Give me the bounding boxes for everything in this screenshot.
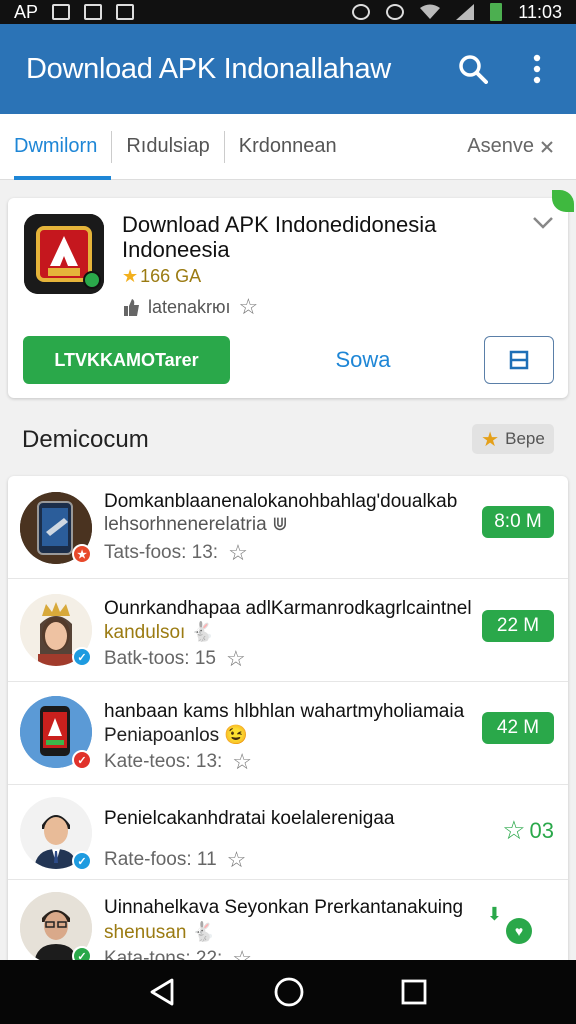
tab-third[interactable]: Krdonnean: [225, 114, 351, 180]
app-icon: [24, 214, 104, 294]
bookmark-icon: [509, 350, 529, 370]
chevron-down-icon[interactable]: [532, 216, 554, 235]
search-button[interactable]: [456, 52, 490, 86]
save-button[interactable]: [484, 336, 554, 384]
list-item-meta: Rate-foos: 11 ☆: [104, 847, 246, 873]
star-outline-icon[interactable]: ☆: [232, 749, 252, 775]
battery-icon: [490, 3, 503, 21]
tab-download[interactable]: Dwmilorn: [0, 114, 112, 180]
heart-bubble-icon[interactable]: ♥: [506, 918, 532, 944]
size-text: 03: [529, 817, 554, 843]
tab-bar: Dwmilorn Rıdulsiap Krdonnean Asenve: [0, 114, 576, 180]
list-item[interactable]: ✓ Ounrkandhapaa adlKarmanrodkagrlcaintne…: [8, 579, 568, 682]
section-badge[interactable]: ★ Bepe: [472, 424, 554, 454]
list-item[interactable]: ✓ Penielcakanhdratai koelalerenigaa Rate…: [8, 785, 568, 880]
star-outline-icon[interactable]: ☆: [228, 540, 248, 566]
verified-icon: ✓: [72, 647, 92, 667]
download-size-button[interactable]: ☆ 03: [502, 815, 554, 846]
search-icon: [459, 55, 488, 84]
mute-icon: [386, 4, 405, 20]
navigation-bar: [0, 960, 576, 1024]
more-vert-icon: [533, 54, 541, 84]
tab-fourth[interactable]: Asenve: [467, 135, 576, 158]
list-item-subtitle: shenusan 🐇: [104, 922, 216, 943]
install-button[interactable]: LTVKKAMOTarer: [23, 336, 230, 384]
featured-app-rating: ★ 166 GA: [122, 266, 201, 287]
overflow-menu-button[interactable]: [520, 52, 554, 86]
list-item-title: Penielcakanhdratai koelalerenigaa: [104, 808, 395, 829]
list-item-meta-text: Batk-toos: 15: [104, 648, 216, 669]
wifi-icon: [420, 4, 441, 19]
rating-text: 166 GA: [140, 266, 202, 286]
list-item-title: hanbaan kams hlbhlan wahartmyholiamaia: [104, 701, 465, 722]
list-item-title: Uinnahelkava Seyonkan Prerkantanakuing: [104, 897, 464, 918]
list-item-meta: Batk-toos: 15 ☆: [104, 646, 246, 672]
list-item-subtitle: Peniapoanlos 😉: [104, 725, 249, 746]
list-item-title: Ounrkandhapaa adlKarmanrodkagrlcaintnel: [104, 598, 472, 619]
verified-icon: ✓: [72, 851, 92, 871]
featured-app-card[interactable]: Download APK Indonedidonesia Indoneesia …: [8, 190, 574, 398]
list-item-meta: Kate-teos: 13: ☆: [104, 749, 252, 775]
star-outline-icon[interactable]: ☆: [239, 294, 259, 320]
featured-app-title: Download APK Indonedidonesia Indoneesia: [122, 212, 437, 262]
list-item[interactable]: ★ Domkanblaanenalokanohbahlag'doualkab l…: [8, 476, 568, 579]
alarm-icon: [352, 4, 371, 20]
star-outline-icon: ☆: [502, 815, 526, 845]
featured-app-author: latenakrюı ☆: [122, 294, 258, 320]
recents-icon[interactable]: [400, 978, 428, 1006]
star-icon: ★: [481, 428, 500, 451]
list-item-title: Domkanblaanenalokanohbahlag'doualkab: [104, 491, 458, 512]
back-icon[interactable]: [148, 977, 178, 1007]
list-item-meta-text: Tats-foos: 13:: [104, 542, 219, 563]
tab-fourth-label: Asenve: [467, 135, 534, 157]
status-left-text: AP: [14, 1, 39, 22]
star-icon: ★: [122, 266, 139, 286]
badge-icon: ★: [72, 544, 92, 564]
author-text: latenakrюı: [148, 296, 231, 317]
list-item-meta-text: Rate-foos: 11: [104, 849, 217, 870]
list-item-meta-text: Kate-teos: 13:: [104, 751, 223, 772]
download-notification-icon: [116, 4, 135, 20]
image-notification-icon: [84, 4, 103, 20]
star-outline-icon[interactable]: ☆: [227, 847, 247, 873]
list-item-subtitle: kandulsoı 🐇: [104, 622, 215, 643]
tab-second[interactable]: Rıdulsiap: [112, 114, 223, 180]
list-item[interactable]: ✓ hanbaan kams hlbhlan wahartmyholiamaia…: [8, 682, 568, 785]
signal-icon: [456, 4, 475, 20]
badge-icon: ✓: [72, 750, 92, 770]
thumb-icon: [124, 299, 139, 316]
app-bar: Download APK Indonallahaw: [0, 24, 576, 114]
leaf-icon: [552, 190, 574, 212]
download-size-button[interactable]: 42 M: [482, 712, 554, 744]
app-list: ★ Domkanblaanenalokanohbahlag'doualkab l…: [8, 476, 568, 976]
home-icon[interactable]: [273, 976, 305, 1008]
download-arrow-icon[interactable]: ⬇: [487, 904, 502, 925]
section-title: Demicocum: [22, 426, 149, 453]
list-item-subtitle: lehsorhnenerelatria ⋓: [104, 514, 288, 535]
section-badge-label: Bepe: [505, 429, 545, 448]
download-size-button[interactable]: 22 M: [482, 610, 554, 642]
star-outline-icon[interactable]: ☆: [226, 646, 246, 672]
notification-icon: [52, 4, 71, 20]
show-button[interactable]: Sowa: [308, 336, 418, 384]
app-title: Download APK Indonallahaw: [26, 52, 391, 85]
close-icon: [541, 140, 553, 153]
download-size-button[interactable]: 8:0 M: [482, 506, 554, 538]
status-bar: AP 11:03: [0, 0, 576, 24]
status-time: 11:03: [518, 1, 562, 22]
list-item-meta: Tats-foos: 13: ☆: [104, 540, 248, 566]
